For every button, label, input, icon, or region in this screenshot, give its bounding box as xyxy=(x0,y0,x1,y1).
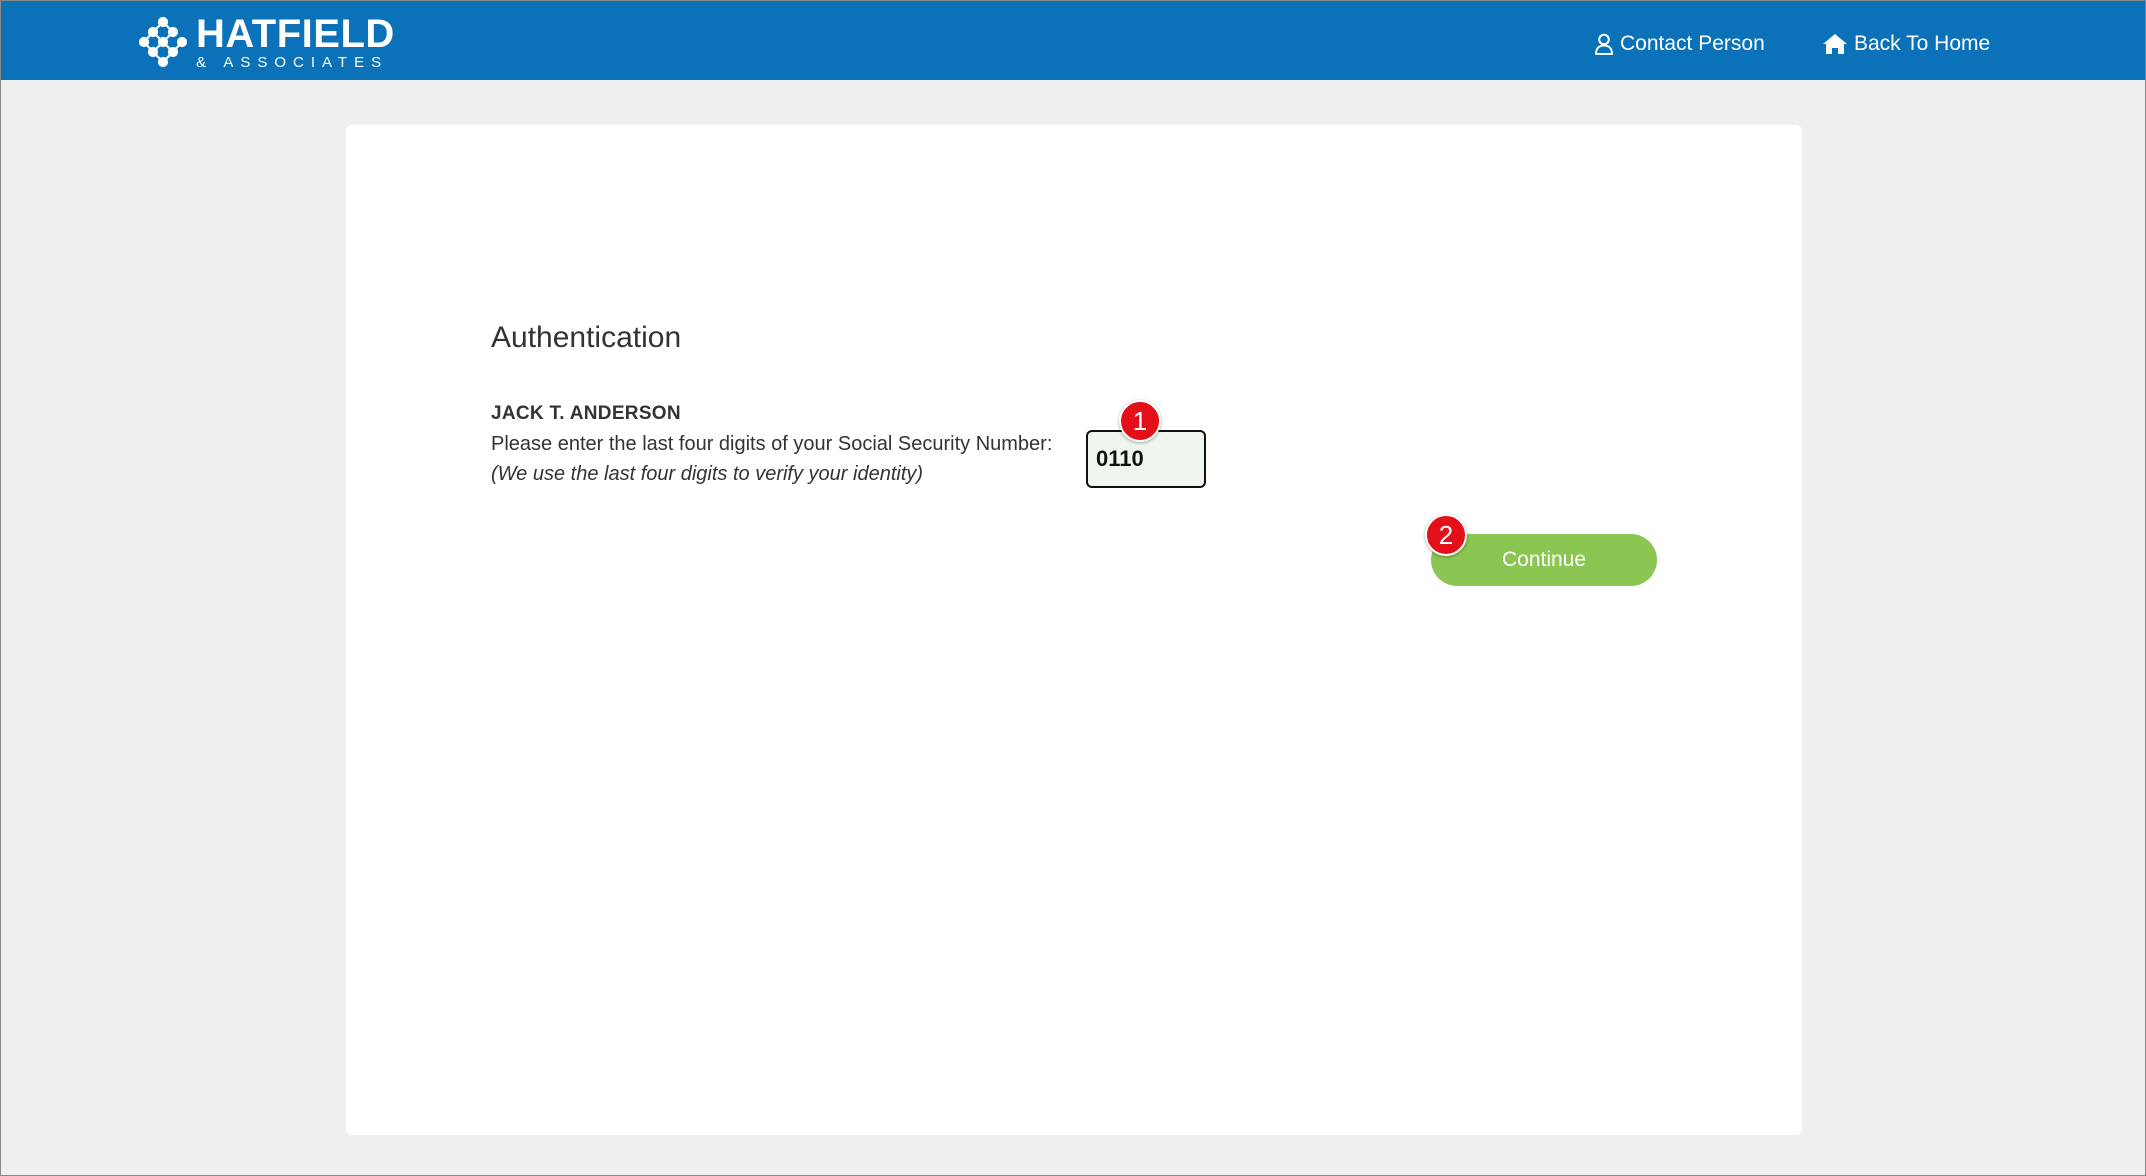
home-icon xyxy=(1823,34,1847,54)
ssn-note: (We use the last four digits to verify y… xyxy=(491,463,924,485)
page-title: Authentication xyxy=(491,321,682,354)
person-name: JACK T. ANDERSON xyxy=(491,403,681,424)
step-1-badge: 1 xyxy=(1119,400,1161,442)
logo-text: HATFIELD & ASSOCIATES xyxy=(196,14,395,70)
logo-name: HATFIELD xyxy=(196,12,395,56)
back-to-home-label: Back To Home xyxy=(1854,32,1991,55)
authentication-card xyxy=(346,125,1802,1135)
ssn-prompt: Please enter the last four digits of you… xyxy=(491,433,1053,455)
top-header: HATFIELD & ASSOCIATES Contact Person Bac… xyxy=(1,1,2145,80)
contact-person-link[interactable]: Contact Person xyxy=(1594,29,1765,59)
back-to-home-link[interactable]: Back To Home xyxy=(1822,29,1990,59)
user-icon xyxy=(1595,33,1613,55)
logo-subtitle: & ASSOCIATES xyxy=(196,54,389,71)
step-2-badge: 2 xyxy=(1425,514,1467,556)
contact-person-label: Contact Person xyxy=(1620,32,1765,55)
hatfield-logo[interactable]: HATFIELD & ASSOCIATES xyxy=(138,14,395,70)
logo-mark-icon xyxy=(138,16,188,68)
